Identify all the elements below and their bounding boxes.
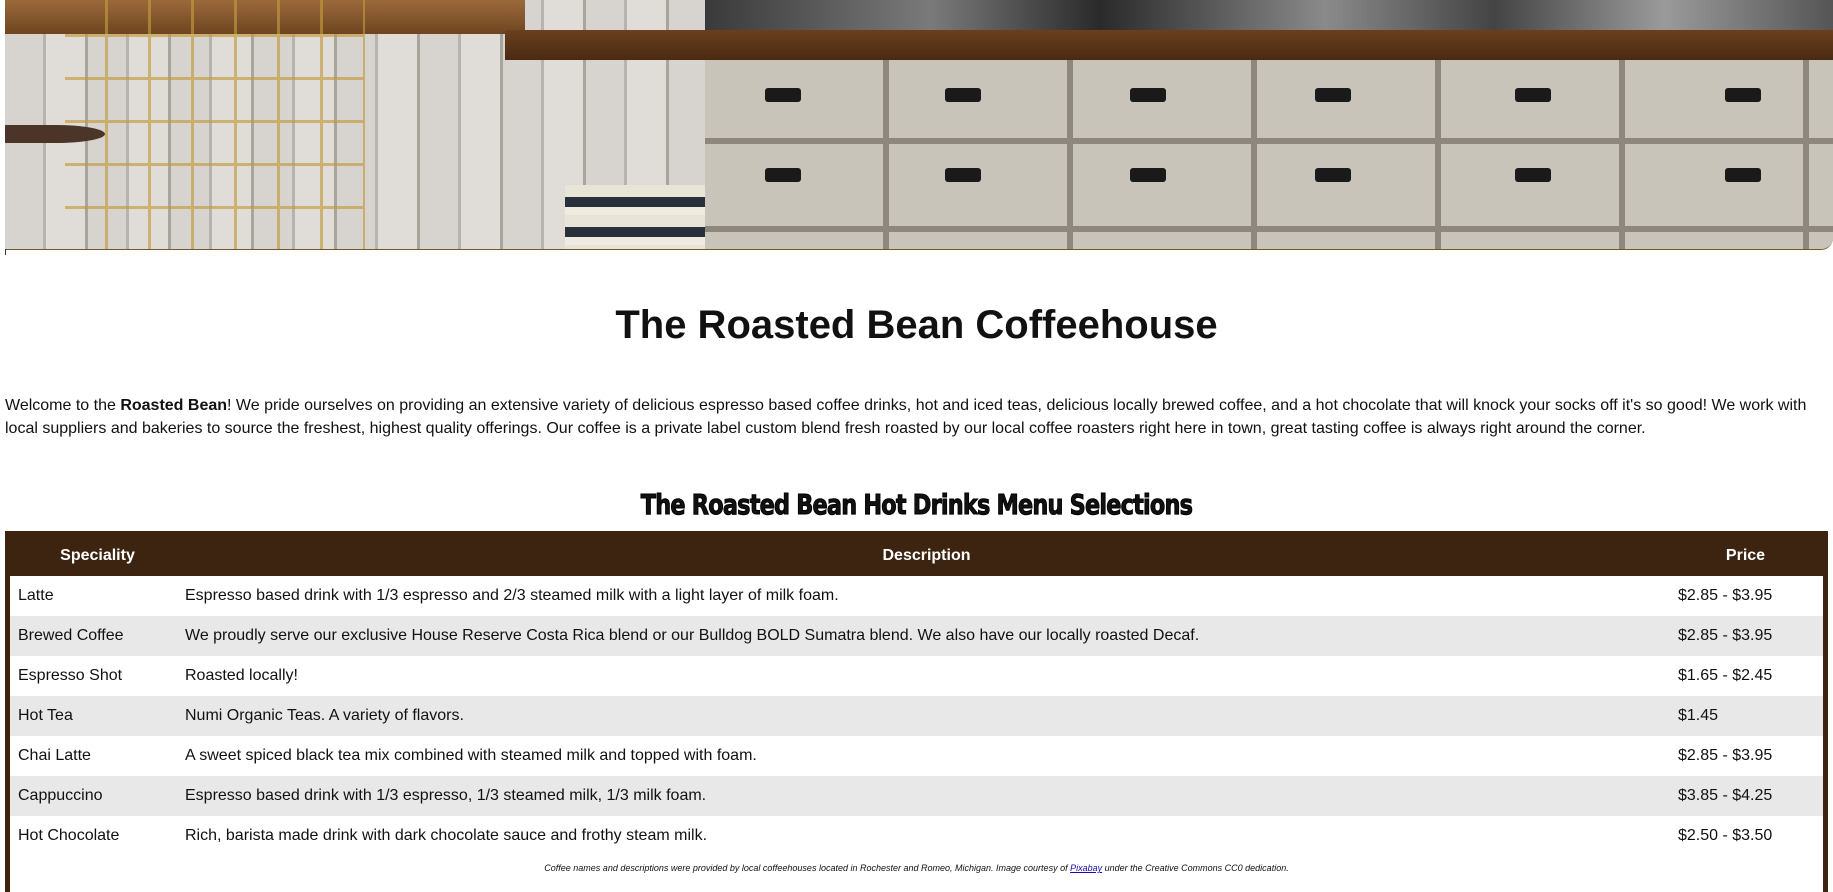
hero-table xyxy=(5,125,105,143)
cell-speciality: Chai Latte xyxy=(18,747,91,764)
hero-espresso-machines xyxy=(705,0,1833,32)
drawer-handle-icon xyxy=(1515,88,1551,102)
drawer-handle-icon xyxy=(1130,88,1166,102)
intro-body: ! We pride ourselves on providing an ext… xyxy=(5,397,1807,437)
cell-speciality: Cappuccino xyxy=(18,787,103,804)
drawer-handle-icon xyxy=(1130,168,1166,182)
footnote-prefix: Coffee names and descriptions were provi… xyxy=(544,863,1071,873)
intro-prefix: Welcome to the xyxy=(5,397,121,414)
cell-speciality: Hot Tea xyxy=(18,707,73,724)
table-row: Hot Tea Numi Organic Teas. A variety of … xyxy=(10,696,1823,736)
page-title: The Roasted Bean Coffeehouse xyxy=(615,303,1218,347)
table-row: Cappuccino Espresso based drink with 1/3… xyxy=(10,776,1823,816)
cell-speciality: Espresso Shot xyxy=(18,667,123,684)
column-header-description: Description xyxy=(882,547,971,564)
hero-drawers xyxy=(705,60,1833,249)
table-row: Chai Latte A sweet spiced black tea mix … xyxy=(10,736,1823,776)
drawer-handle-icon xyxy=(765,88,801,102)
pixabay-link[interactable]: Pixabay xyxy=(1070,863,1102,873)
cell-description: Roasted locally! xyxy=(185,667,298,684)
table-row: Hot Chocolate Rich, barista made drink w… xyxy=(10,816,1823,856)
column-header-price: Price xyxy=(1725,547,1766,564)
drawer-handle-icon xyxy=(1725,88,1761,102)
drawer-handle-icon xyxy=(765,168,801,182)
hero-books xyxy=(565,185,705,249)
table-row: Latte Espresso based drink with 1/3 espr… xyxy=(10,576,1823,616)
drawer-handle-icon xyxy=(945,88,981,102)
hero-image xyxy=(5,0,1833,250)
cell-price: $3.85 - $4.25 xyxy=(1678,787,1773,804)
cell-price: $2.50 - $3.50 xyxy=(1678,827,1773,844)
image-credit-footnote: Coffee names and descriptions were provi… xyxy=(10,856,1823,873)
page: The Roasted Bean Coffeehouse Welcome to … xyxy=(0,0,1833,892)
drawer-handle-icon xyxy=(1725,168,1761,182)
table-row: Brewed Coffee We proudly serve our exclu… xyxy=(10,616,1823,656)
cell-speciality: Brewed Coffee xyxy=(18,627,124,644)
hero-wire-chair xyxy=(65,0,365,249)
table-row: Espresso Shot Roasted locally! $1.65 - $… xyxy=(10,656,1823,696)
menu-heading: The Roasted Bean Hot Drinks Menu Selecti… xyxy=(640,488,1193,522)
drawer-handle-icon xyxy=(1315,88,1351,102)
menu-table-container: Speciality Description Price Latte Espre… xyxy=(5,531,1828,892)
text-caret xyxy=(5,249,6,255)
cell-speciality: Latte xyxy=(18,587,54,604)
cell-description: Espresso based drink with 1/3 espresso a… xyxy=(185,587,839,604)
cell-speciality: Hot Chocolate xyxy=(18,827,120,844)
cell-price: $1.65 - $2.45 xyxy=(1678,667,1773,684)
cell-description: Espresso based drink with 1/3 espresso, … xyxy=(185,787,707,804)
drawer-handle-icon xyxy=(1315,168,1351,182)
cell-description: We proudly serve our exclusive House Res… xyxy=(185,627,1200,644)
cell-description: Rich, barista made drink with dark choco… xyxy=(185,827,708,844)
menu-header-row: Speciality Description Price xyxy=(10,536,1823,576)
cell-price: $1.45 xyxy=(1678,707,1719,724)
cell-description: A sweet spiced black tea mix combined wi… xyxy=(185,747,757,764)
cell-price: $2.85 - $3.95 xyxy=(1678,587,1773,604)
drawer-handle-icon xyxy=(1515,168,1551,182)
cell-description: Numi Organic Teas. A variety of flavors. xyxy=(185,707,464,724)
column-header-speciality: Speciality xyxy=(60,547,135,564)
cell-price: $2.85 - $3.95 xyxy=(1678,627,1773,644)
hero-counter-top xyxy=(505,30,1833,60)
drawer-handle-icon xyxy=(945,168,981,182)
cell-price: $2.85 - $3.95 xyxy=(1678,747,1773,764)
footnote-suffix: under the Creative Commons CC0 dedicatio… xyxy=(1102,863,1289,873)
menu-table: Speciality Description Price Latte Espre… xyxy=(10,536,1823,856)
intro-brand: Roasted Bean xyxy=(120,397,228,414)
intro-paragraph: Welcome to the Roasted Bean! We pride ou… xyxy=(5,394,1825,440)
